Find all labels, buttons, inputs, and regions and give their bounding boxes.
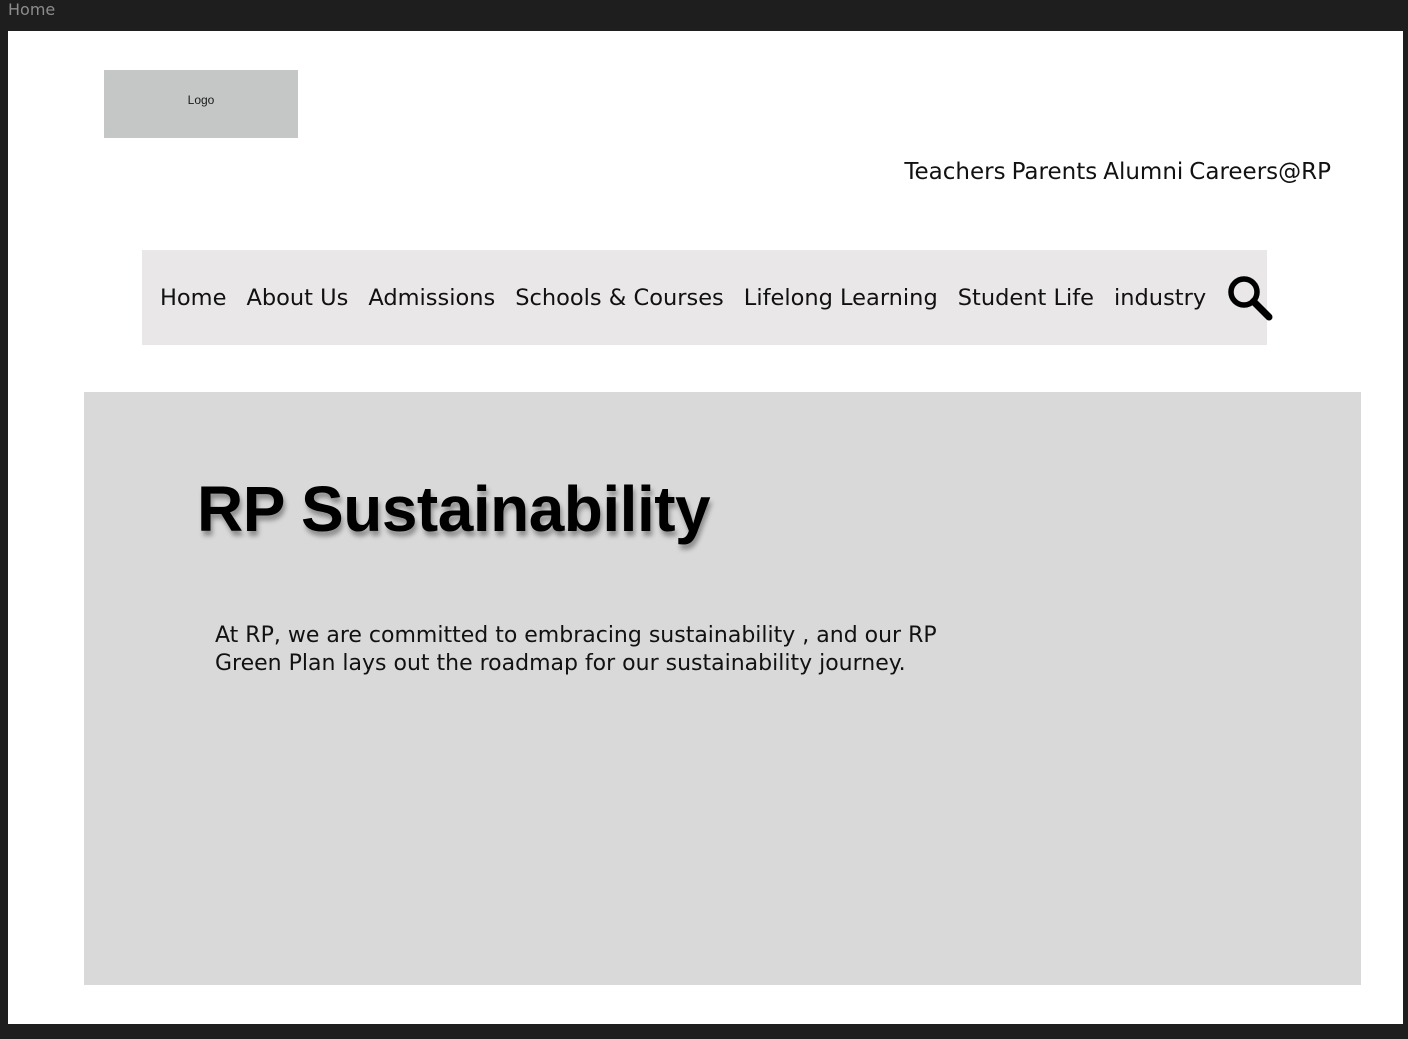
page-frame: Logo Teachers Parents Alumni Careers@RP …	[8, 31, 1403, 1024]
utility-link-teachers[interactable]: Teachers	[904, 159, 1005, 189]
hero-title: RP Sustainability	[197, 473, 711, 545]
hero-section: RP Sustainability At RP, we are committe…	[84, 392, 1361, 985]
frame-label: Home	[8, 0, 56, 19]
logo-text: Logo	[187, 93, 215, 107]
hero-description: At RP, we are committed to embracing sus…	[215, 623, 937, 676]
logo[interactable]: Logo	[104, 70, 298, 138]
nav-item-home[interactable]: Home	[160, 285, 226, 311]
utility-link-careers[interactable]: Careers@RP	[1189, 159, 1331, 189]
nav-item-lifelong-learning[interactable]: Lifelong Learning	[744, 285, 938, 311]
nav-item-industry[interactable]: industry	[1114, 285, 1206, 311]
utility-link-alumni[interactable]: Alumni	[1103, 159, 1183, 189]
main-nav: Home About Us Admissions Schools & Cours…	[142, 250, 1273, 345]
utility-nav: Teachers Parents Alumni Careers@RP	[904, 159, 1331, 189]
utility-link-parents[interactable]: Parents	[1012, 159, 1098, 189]
nav-item-admissions[interactable]: Admissions	[368, 285, 495, 311]
search-icon[interactable]	[1226, 273, 1274, 323]
nav-item-student-life[interactable]: Student Life	[958, 285, 1094, 311]
nav-item-schools-courses[interactable]: Schools & Courses	[515, 285, 724, 311]
nav-item-about-us[interactable]: About Us	[246, 285, 348, 311]
